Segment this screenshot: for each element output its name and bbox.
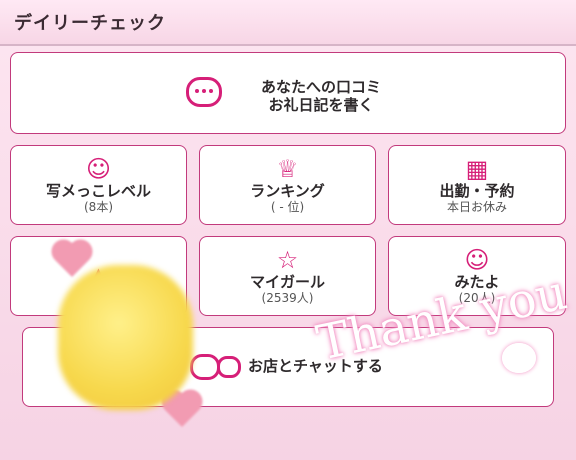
- photo-level-count: (8本): [84, 200, 113, 214]
- chick-sticker: [58, 265, 193, 410]
- ranking-label: ランキング: [250, 182, 325, 200]
- my-girl-label: マイガール: [249, 273, 325, 291]
- photo-level-card[interactable]: ☺ 写メっこレベル (8本): [10, 145, 187, 225]
- review-card[interactable]: あなたへの口コミ お礼日記を書く: [10, 52, 566, 134]
- chat-bubble-icon: [190, 354, 220, 380]
- review-line-1: あなたへの口コミ: [260, 78, 381, 96]
- page-title: デイリーチェック: [14, 13, 166, 34]
- crown-icon: ♕: [276, 155, 299, 183]
- ranking-card[interactable]: ♕ ランキング ( - 位): [199, 145, 376, 225]
- star-icon: ☆: [276, 246, 299, 274]
- smile-icon: ☺: [464, 246, 490, 274]
- schedule-card[interactable]: ▦ 出勤・予約 本日お休み: [388, 145, 566, 225]
- smiley-sticker-icon: [502, 343, 536, 373]
- chat-bubble-icon: [186, 77, 222, 107]
- photo-level-label: 写メっこレベル: [45, 182, 151, 200]
- angel-icon: ☺: [85, 155, 112, 183]
- schedule-status: 本日お休み: [446, 200, 507, 214]
- chat-bubble-icon: [217, 356, 241, 378]
- schedule-label: 出勤・予約: [439, 182, 515, 200]
- calendar-icon: ▦: [465, 155, 489, 183]
- my-girl-card[interactable]: ☆ マイガール (2539人): [199, 236, 376, 316]
- ranking-position: ( - 位): [270, 200, 305, 214]
- header: デイリーチェック: [0, 0, 576, 46]
- my-girl-count: (2539人): [261, 291, 314, 305]
- review-line-2: お礼日記を書く: [268, 96, 374, 114]
